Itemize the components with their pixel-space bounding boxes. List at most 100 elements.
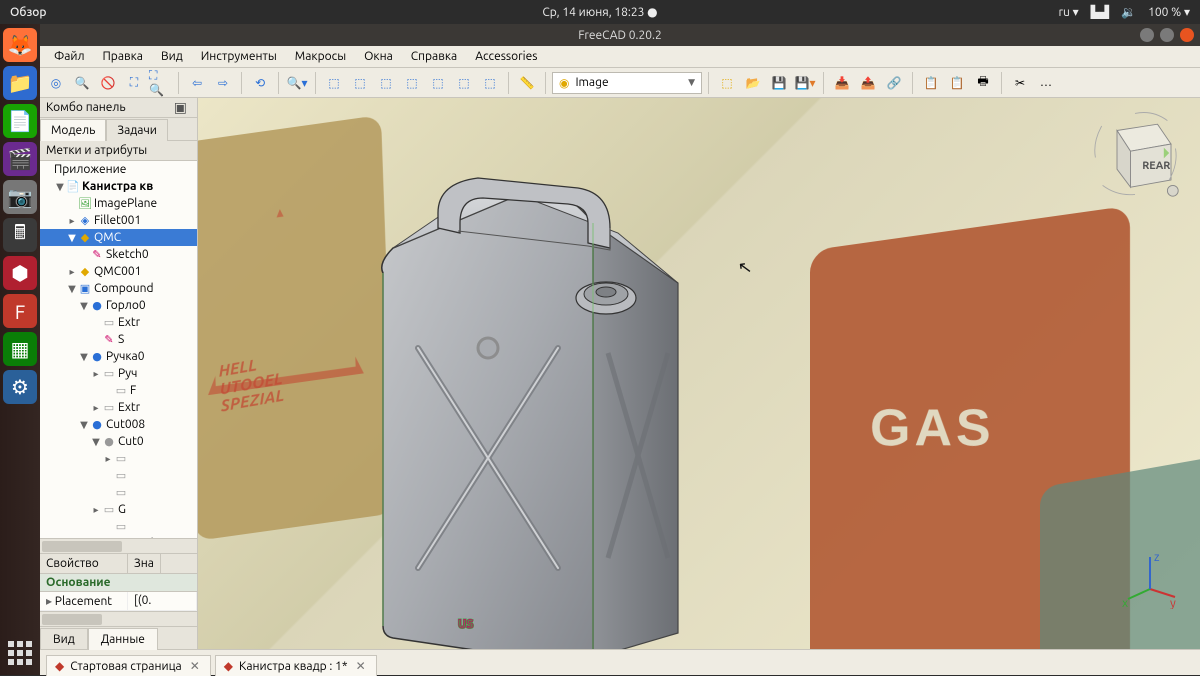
model-tree[interactable]: Приложение ▼📄Канистра кв🖼ImagePlane▸◈Fil… [40,161,197,538]
tool-nav-back[interactable]: ⇦ [185,71,209,95]
show-applications-button[interactable] [6,639,34,667]
network-icon[interactable]: ▙▟ [1091,5,1109,19]
image-workbench-icon: ◉ [559,76,569,90]
tree-item[interactable]: ▭ [40,467,197,484]
prop-hscrollbar[interactable] [40,611,197,626]
workbench-selector[interactable]: ◉ Image ▼ [552,72,702,94]
tree-item[interactable]: ▭F [40,382,197,399]
volume-icon[interactable]: 🔉 [1121,5,1136,19]
tree-item[interactable]: ▭ [40,484,197,501]
3d-viewport[interactable]: HELL UTOOEL SPEZIAL GAS [198,98,1200,649]
prop-group-base[interactable]: Основание [40,574,197,592]
tree-item[interactable]: ▸◈Fillet001 [40,212,197,229]
tool-new[interactable]: ⬚ [715,71,739,95]
os-clock[interactable]: Ср, 14 июня, 18:23 ● [542,5,657,19]
dock-freecad[interactable]: F [3,294,37,328]
tool-open[interactable]: 📂 [741,71,765,95]
dock-writer[interactable]: 📄 [3,104,37,138]
tree-item[interactable]: ▼●Cut0 [40,433,197,450]
tree-item[interactable]: ▼●Cut008 [40,416,197,433]
doc-tab-start[interactable]: ◆ Стартовая страница ✕ [46,655,211,676]
tab-tasks[interactable]: Задачи [106,119,168,141]
menu-macros[interactable]: Макросы [287,48,354,65]
tool-view-iso[interactable]: ⬚ [322,71,346,95]
tool-measure[interactable]: 📏 [515,71,539,95]
tool-fit-all[interactable]: 🔍 [70,71,94,95]
tree-item[interactable]: ▭ [40,518,197,535]
window-minimize-button[interactable] [1140,28,1154,42]
window-close-button[interactable] [1180,28,1194,42]
tool-nav-fwd[interactable]: ⇨ [211,71,235,95]
tab-data[interactable]: Данные [88,628,158,650]
tab-view[interactable]: Вид [40,628,88,650]
tree-item[interactable]: ▭Extr [40,314,197,331]
tool-view-top[interactable]: ⬚ [374,71,398,95]
activities-button[interactable]: Обзор [10,6,46,19]
doc-tab-canister[interactable]: ◆ Канистра квадр : 1* ✕ [215,655,377,676]
tree-item[interactable]: ✎S [40,331,197,348]
tool-view-rear[interactable]: ⬚ [426,71,450,95]
dock-app1[interactable]: ⬢ [3,256,37,290]
tree-item[interactable]: 🖼ImagePlane [40,195,197,212]
panel-close-button[interactable]: ▣ [170,99,191,116]
tool-view-left[interactable]: ⬚ [478,71,502,95]
battery-indicator[interactable]: 100 % ▾ [1148,5,1190,19]
close-tab-icon[interactable]: ✕ [354,659,368,673]
dock-firefox[interactable]: 🦊 [3,28,37,62]
tool-copy[interactable]: 📋 [919,71,943,95]
tree-item[interactable]: ✎Sketch0 [40,246,197,263]
dock-video[interactable]: 🎬 [3,142,37,176]
menu-help[interactable]: Справка [403,48,465,65]
menu-accessories[interactable]: Accessories [467,48,545,65]
menu-edit[interactable]: Правка [95,48,151,65]
navigation-cube[interactable]: REAR [1090,108,1180,198]
dock-settings[interactable]: ⚙ [3,370,37,404]
dock-calculator[interactable]: 🖩 [3,218,37,252]
jerrycan-model[interactable]: US US [348,128,788,649]
tree-item[interactable]: ▸▭G [40,501,197,518]
tree-item[interactable]: ▸◆QMC001 [40,263,197,280]
window-maximize-button[interactable] [1160,28,1174,42]
dock-calc[interactable]: ▦ [3,332,37,366]
tool-fit-selection[interactable]: ⛶ [122,71,146,95]
tree-item[interactable]: ▼📄Канистра кв [40,178,197,195]
menu-tools[interactable]: Инструменты [193,48,285,65]
tab-model[interactable]: Модель [40,119,106,141]
tree-item[interactable]: ▼●Ручка0 [40,348,197,365]
tool-save[interactable]: 💾 [767,71,791,95]
tool-no[interactable]: 🚫 [96,71,120,95]
tool-more[interactable]: … [1034,71,1058,95]
menu-file[interactable]: Файл [46,48,93,65]
keyboard-layout-indicator[interactable]: ru ▾ [1058,5,1078,19]
tool-zoom[interactable]: 🔍▾ [285,71,309,95]
tree-item[interactable]: ▸▭Руч [40,365,197,382]
dock-files[interactable]: 📁 [3,66,37,100]
tree-app-root[interactable]: Приложение [40,161,197,178]
menu-view[interactable]: Вид [153,48,191,65]
tool-import[interactable]: 📥 [830,71,854,95]
tool-view-bottom[interactable]: ⬚ [452,71,476,95]
tree-item[interactable]: ▼◆QMC [40,229,197,246]
tool-export[interactable]: 📤 [856,71,880,95]
tool-paste[interactable]: 📋 [945,71,969,95]
tree-item[interactable]: ▸▭Extr [40,399,197,416]
close-tab-icon[interactable]: ✕ [188,659,202,673]
prop-row-placement[interactable]: ▸ Placement [(0. [40,592,197,611]
tool-sync-view[interactable]: ◎ [44,71,68,95]
tool-box-zoom[interactable]: ⛶🔍 [148,71,172,95]
tool-refresh[interactable]: ⟲ [248,71,272,95]
window-titlebar[interactable]: FreeCAD 0.20.2 [40,24,1200,46]
tree-hscrollbar[interactable] [40,538,197,553]
tool-cut[interactable]: ✂ [1008,71,1032,95]
tool-view-front[interactable]: ⬚ [348,71,372,95]
tool-view-right[interactable]: ⬚ [400,71,424,95]
tree-item[interactable]: ▼●Горло0 [40,297,197,314]
tree-item[interactable]: ▸▭ [40,450,197,467]
tree-item[interactable]: ▼▣Compound [40,280,197,297]
dock-screenshot[interactable]: 📷 [3,180,37,214]
menu-windows[interactable]: Окна [356,48,401,65]
tool-saveas[interactable]: 💾▾ [793,71,817,95]
tool-print[interactable]: 🖶 [971,71,995,95]
tool-link[interactable]: 🔗 [882,71,906,95]
freecad-doc-icon: ◆ [55,659,64,673]
